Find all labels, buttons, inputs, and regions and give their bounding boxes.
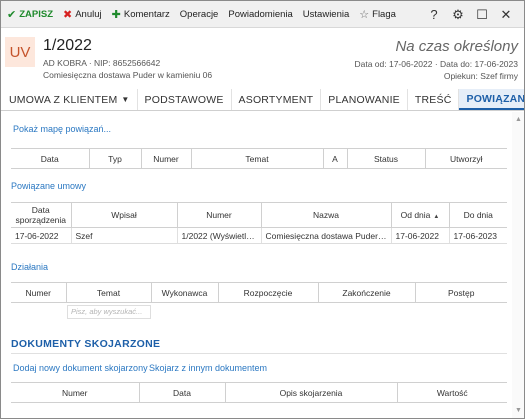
flag-label: Flaga: [372, 8, 396, 20]
tab-basic[interactable]: PODSTAWOWE: [138, 89, 232, 110]
tab-planning-label: PLANOWANIE: [328, 93, 400, 106]
table-cell: 17-06-2022: [11, 227, 71, 244]
scroll-up-icon[interactable]: ▲: [515, 116, 522, 123]
scrollbar[interactable]: ▲ ▼: [512, 112, 524, 418]
column-header[interactable]: Numer: [11, 382, 139, 403]
comment-label: Komentarz: [123, 8, 170, 20]
column-header[interactable]: Postęp: [414, 282, 507, 303]
table-cell: 17-06-2022: [390, 227, 449, 244]
document-header: UV 1/2022 AD KOBRA · NIP: 8652566642 Com…: [1, 29, 524, 87]
column-header[interactable]: Data sporządzenia: [11, 202, 71, 228]
operations-label: Operacje: [179, 8, 219, 20]
table-cell: Szef: [70, 227, 177, 244]
tab-bar: UMOWA Z KLIENTEM ▼ PODSTAWOWE ASORTYMENT…: [1, 89, 524, 111]
column-header[interactable]: Typ: [88, 148, 141, 169]
check-icon: ✔: [7, 8, 17, 21]
maximize-icon[interactable]: ☐: [470, 7, 494, 23]
column-header[interactable]: Opis skojarzenia: [224, 382, 397, 403]
column-header[interactable]: Status: [346, 148, 425, 169]
show-map-link[interactable]: Pokaż mapę powiązań...: [13, 124, 111, 134]
table-cell: 17-06-2023: [448, 227, 507, 244]
contract-owner: Opiekun: Szef firmy: [443, 71, 518, 81]
notifications-menu[interactable]: Powiadomienia: [228, 9, 292, 20]
relations-table: Data Typ Numer Temat A Status Utworzył: [11, 148, 507, 169]
tab-content[interactable]: TREŚĆ: [408, 89, 460, 110]
client-info: AD KOBRA · NIP: 8652566642: [43, 58, 161, 68]
close-icon: ✖: [63, 8, 73, 21]
window-controls: ? ⚙ ☐ ✕: [422, 1, 518, 28]
tab-content-label: TREŚĆ: [414, 93, 452, 106]
save-button[interactable]: ✔ ZAPISZ: [7, 8, 53, 21]
table-row[interactable]: 17-06-2022 Szef 1/2022 (Wyświetla... Com…: [11, 227, 507, 244]
save-label: ZAPISZ: [19, 8, 53, 20]
help-icon[interactable]: ?: [422, 7, 446, 22]
column-header[interactable]: Numer: [176, 202, 261, 228]
related-contracts-table: Data sporządzenia Wpisał Numer Nazwa Od …: [11, 202, 507, 244]
page-title: 1/2022: [43, 37, 92, 54]
close-window-icon[interactable]: ✕: [494, 7, 518, 23]
column-header[interactable]: Nazwa: [260, 202, 391, 228]
linked-documents-table: Numer Data Opis skojarzenia Wartość: [11, 382, 507, 403]
contract-description: Comiesięczna dostawa Puder w kamieniu 06: [43, 70, 213, 80]
tab-assortment-label: ASORTYMENT: [238, 93, 314, 106]
window: ✔ ZAPISZ ✖ Anuluj ✚ Komentarz Operacje P…: [0, 0, 525, 419]
notifications-label: Powiadomienia: [228, 8, 293, 20]
column-header[interactable]: Zakończenie: [317, 282, 415, 303]
plus-icon: ✚: [111, 8, 121, 21]
column-header[interactable]: Utworzył: [424, 148, 507, 169]
divider: [11, 353, 507, 354]
link-other-document-link[interactable]: Skojarz z innym dokumentem: [149, 363, 267, 373]
contract-dates: Data od: 17-06-2022 · Data do: 17-06-202…: [354, 59, 518, 69]
actions-table: Numer Temat Wykonawca Rozpoczęcie Zakońc…: [11, 282, 507, 303]
tab-planning[interactable]: PLANOWANIE: [321, 89, 408, 110]
document-type-badge: UV: [5, 37, 35, 67]
column-header[interactable]: Numer: [11, 282, 66, 303]
tab-contract[interactable]: UMOWA Z KLIENTEM ▼: [1, 89, 138, 110]
cancel-label: Anuluj: [75, 8, 102, 20]
column-header[interactable]: Data: [11, 148, 89, 169]
column-header[interactable]: Od dnia ▲: [390, 202, 449, 228]
sort-asc-icon: ▲: [433, 214, 440, 220]
add-linked-document-link[interactable]: Dodaj nowy dokument skojarzony: [13, 363, 148, 373]
table-cell: 1/2022 (Wyświetla...: [176, 227, 261, 244]
column-header[interactable]: Temat: [65, 282, 151, 303]
search-input[interactable]: Pisz, aby wyszukać...: [67, 305, 151, 319]
related-contracts-link[interactable]: Powiązane umowy: [11, 181, 86, 191]
column-header-label: Od dnia: [400, 210, 431, 220]
scroll-down-icon[interactable]: ▼: [515, 407, 522, 414]
column-header[interactable]: Numer: [140, 148, 191, 169]
tab-assortment[interactable]: ASORTYMENT: [232, 89, 322, 110]
column-header[interactable]: Data: [138, 382, 225, 403]
comment-button[interactable]: ✚ Komentarz: [112, 8, 170, 21]
operations-menu[interactable]: Operacje: [180, 9, 219, 20]
flag-button[interactable]: ☆ Flaga: [359, 8, 396, 21]
tab-basic-label: PODSTAWOWE: [144, 93, 224, 106]
column-header[interactable]: Wpisał: [70, 202, 177, 228]
settings-label: Ustawienia: [302, 8, 350, 20]
cancel-button[interactable]: ✖ Anuluj: [63, 8, 102, 21]
chevron-down-icon: ▼: [121, 95, 130, 104]
linked-documents-title: DOKUMENTY SKOJARZONE: [11, 338, 161, 350]
column-header[interactable]: Do dnia: [448, 202, 507, 228]
star-icon: ☆: [359, 8, 370, 21]
tab-relations-label: POWIĄZANIA: [466, 92, 525, 105]
relations-panel: ▲ ▼ Pokaż mapę powiązań... Data Typ Nume…: [1, 112, 524, 418]
column-header[interactable]: Wykonawca: [150, 282, 218, 303]
column-header[interactable]: Rozpoczęcie: [217, 282, 318, 303]
settings-menu[interactable]: Ustawienia: [303, 9, 349, 20]
column-header[interactable]: Wartość: [396, 382, 507, 403]
column-header[interactable]: Temat: [190, 148, 323, 169]
gear-icon[interactable]: ⚙: [446, 7, 470, 23]
toolbar: ✔ ZAPISZ ✖ Anuluj ✚ Komentarz Operacje P…: [1, 1, 524, 28]
tab-contract-label: UMOWA Z KLIENTEM: [9, 93, 118, 106]
actions-link[interactable]: Działania: [11, 262, 48, 272]
table-cell: Comiesięczna dostawa Puder w...: [260, 227, 391, 244]
contract-status: Na czas określony: [395, 38, 518, 55]
tab-relations[interactable]: POWIĄZANIA: [459, 89, 525, 110]
column-header[interactable]: A: [322, 148, 347, 169]
